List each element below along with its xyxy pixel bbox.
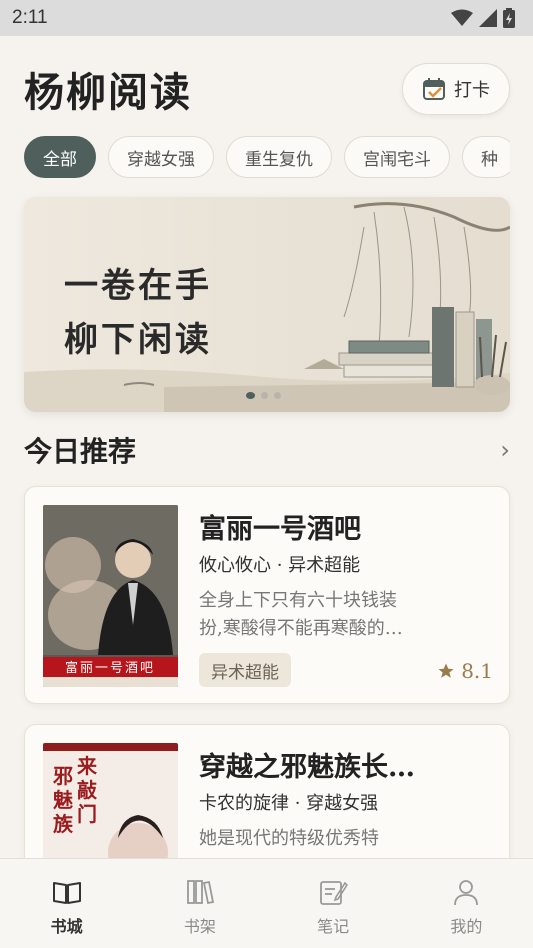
banner-dot[interactable] <box>261 392 268 399</box>
chip-all[interactable]: 全部 <box>24 136 96 178</box>
calendar-check-icon <box>423 78 445 100</box>
banner-dot[interactable] <box>274 392 281 399</box>
user-icon <box>454 880 479 906</box>
tab-label: 笔记 <box>317 917 350 936</box>
book-title: 富丽一号酒吧 <box>199 514 361 545</box>
chip-time-travel[interactable]: 穿越女强 <box>108 136 214 178</box>
note-icon <box>320 881 349 905</box>
svg-text:魅: 魅 <box>53 788 73 812</box>
bottom-tab-bar: 书城 书架 笔记 我的 <box>0 858 533 948</box>
svg-text:敲: 敲 <box>77 778 98 802</box>
battery-icon <box>503 8 515 28</box>
svg-text:门: 门 <box>77 802 97 826</box>
app-title: 杨柳阅读 <box>24 69 192 116</box>
section-title: 今日推荐 <box>24 435 137 468</box>
cover-title: 富丽一号酒吧 <box>65 660 155 676</box>
tab-label: 我的 <box>450 917 483 936</box>
banner-line-2: 柳下闲读 <box>64 320 212 360</box>
tab-bookshelf[interactable]: 书架 <box>133 859 266 948</box>
chip-palace[interactable]: 宫闱宅斗 <box>344 136 450 178</box>
status-icons <box>451 8 515 28</box>
book-meta: 攸心攸心 · 异术超能 <box>199 555 361 576</box>
banner-text: 一卷在手 柳下闲读 <box>64 259 212 367</box>
tab-notes[interactable]: 笔记 <box>267 859 400 948</box>
signal-icon <box>479 9 497 27</box>
tab-label: 书架 <box>183 917 216 936</box>
chip-rebirth[interactable]: 重生复仇 <box>226 136 332 178</box>
wifi-icon <box>451 9 473 26</box>
checkin-label: 打卡 <box>454 80 490 101</box>
bookshelf-icon <box>186 880 214 905</box>
banner-line-1: 一卷在手 <box>64 266 212 306</box>
chevron-right-icon[interactable]: › <box>500 436 510 464</box>
book-card[interactable]: 富丽一号酒吧 富丽一号酒吧 攸心攸心 · 异术超能 全身上下只有六十块钱装 扮,… <box>24 486 510 704</box>
checkin-button[interactable]: 打卡 <box>402 63 510 115</box>
book-description-line: 她是现代的特级优秀特 <box>199 828 379 849</box>
status-time: 2:11 <box>12 7 48 28</box>
genre-tag: 异术超能 <box>199 653 291 687</box>
chip-more[interactable]: 种 <box>462 136 510 178</box>
rating-value: 8.1 <box>461 659 493 683</box>
book-description-line: 扮,寒酸得不能再寒酸的… <box>199 618 403 639</box>
tab-label: 书城 <box>50 917 83 936</box>
book-open-icon <box>52 882 81 904</box>
banner-pagination <box>246 392 281 399</box>
book-description: 全身上下只有六十块钱装 扮,寒酸得不能再寒酸的… <box>199 587 429 643</box>
book-description: 她是现代的特级优秀特 <box>199 825 429 853</box>
banner-dot[interactable] <box>246 392 255 399</box>
svg-text:邪: 邪 <box>52 764 73 788</box>
category-chips: 全部 穿越女强 重生复仇 宫闱宅斗 种 <box>24 136 510 180</box>
status-bar: 2:11 <box>0 0 533 36</box>
tab-profile[interactable]: 我的 <box>400 859 533 948</box>
rating: 8.1 <box>437 659 493 683</box>
svg-text:来: 来 <box>76 754 98 778</box>
book-description-line: 全身上下只有六十块钱装 <box>199 590 397 611</box>
svg-text:族: 族 <box>53 812 74 836</box>
book-title: 穿越之邪魅族长… <box>199 752 415 783</box>
header: 杨柳阅读 打卡 <box>24 62 510 116</box>
book-cover: 富丽一号酒吧 <box>43 505 178 687</box>
hero-banner[interactable]: 一卷在手 柳下闲读 <box>24 197 510 412</box>
recommend-section-header: 今日推荐 › <box>24 430 510 470</box>
star-icon <box>438 663 454 678</box>
book-meta: 卡农的旋律 · 穿越女强 <box>199 793 379 814</box>
tab-bookstore[interactable]: 书城 <box>0 859 133 948</box>
